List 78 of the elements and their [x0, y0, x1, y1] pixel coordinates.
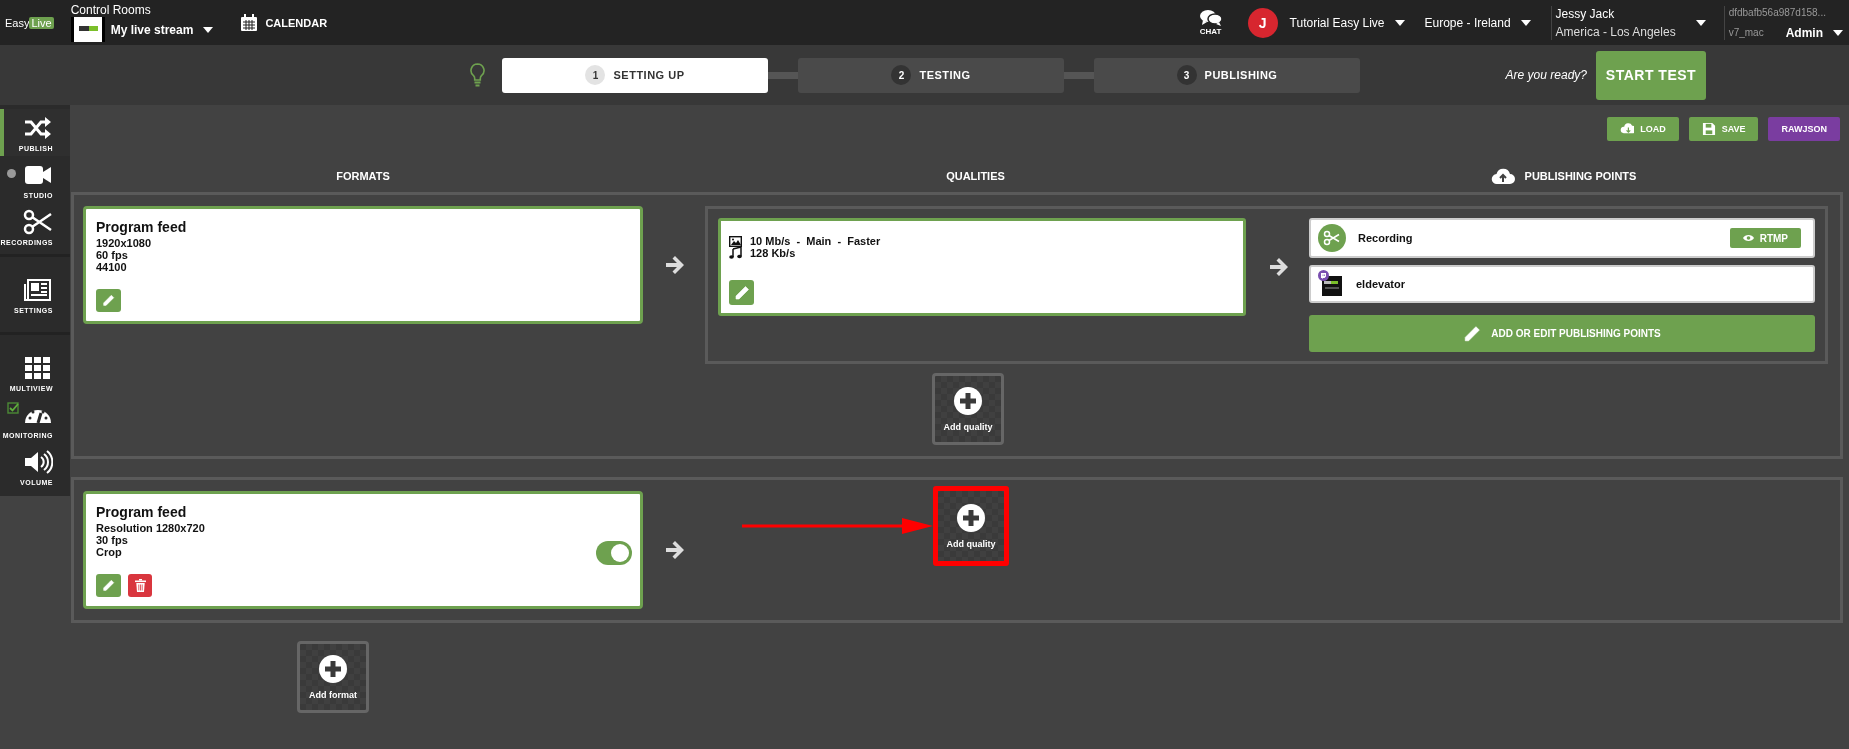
format-title: Program feed — [96, 219, 188, 235]
checkbox-icon[interactable] — [7, 402, 19, 414]
pencil-icon — [102, 579, 115, 592]
calendar-link[interactable]: CALENDAR — [265, 16, 328, 29]
user-avatar: J — [1247, 7, 1278, 38]
video-quality: 10 Mb/s - Main - Faster — [750, 235, 881, 247]
build-hash: dfdbafb56a987d158... — [1728, 5, 1827, 20]
format-detail: Resolution 1280x720 — [96, 522, 206, 534]
publishing-point[interactable]: Recording RTMP — [1309, 218, 1815, 258]
add-quality-tile[interactable]: Add quality — [932, 373, 1004, 445]
build-env: v7_mac — [1728, 25, 1764, 40]
caret-icon[interactable] — [1833, 29, 1843, 36]
plus-icon — [956, 503, 986, 533]
raw-json-button[interactable]: RAWJSON — [1768, 117, 1840, 141]
caret-icon[interactable] — [1520, 19, 1531, 26]
scissors-icon — [1318, 224, 1346, 252]
image-icon — [729, 235, 742, 247]
pencil-icon — [102, 294, 115, 307]
stream-selector[interactable]: My live stream — [110, 22, 194, 37]
format-title: Program feed — [96, 504, 188, 520]
plus-icon — [318, 654, 348, 684]
edit-button[interactable] — [729, 280, 754, 305]
publishing-point-name: Recording — [1358, 232, 1413, 244]
logo-text: Live — [29, 16, 54, 29]
newspaper-icon — [23, 276, 53, 304]
shuffle-icon — [23, 114, 53, 142]
calendar-icon[interactable] — [240, 13, 259, 32]
caret-icon[interactable] — [1394, 19, 1405, 26]
trash-icon — [134, 579, 146, 592]
grid-icon — [23, 354, 53, 382]
music-note-icon — [729, 247, 742, 259]
format-detail: 1920x1080 — [96, 237, 153, 249]
logo-text: Easy — [5, 16, 30, 29]
cloud-upload-icon — [1490, 167, 1515, 185]
lightbulb-icon — [470, 63, 485, 87]
role-menu[interactable]: Admin — [1785, 22, 1823, 43]
eye-icon — [1742, 234, 1754, 242]
caret-icon[interactable] — [203, 26, 214, 33]
user-timezone: America - Los Angeles — [1555, 23, 1676, 41]
chat-label: CHAT — [1199, 27, 1222, 36]
format-detail: 30 fps — [96, 534, 129, 546]
step-connector — [768, 71, 798, 79]
right-arrow-icon — [1267, 258, 1288, 276]
ready-prompt: Are you ready? — [1505, 68, 1587, 82]
organization-selector[interactable]: Tutorial Easy Live — [1289, 15, 1385, 30]
add-quality-tile[interactable]: Add quality — [938, 491, 1004, 561]
step-tab[interactable]: 3 PUBLISHING — [1094, 57, 1360, 93]
plus-icon — [953, 386, 983, 416]
publishing-point-name: eldevator — [1356, 278, 1405, 290]
toggle-switch[interactable] — [596, 541, 632, 565]
edit-button[interactable] — [96, 289, 121, 312]
region-selector[interactable]: Europe - Ireland — [1424, 15, 1511, 30]
user-name: Jessy Jack — [1555, 5, 1616, 23]
right-arrow-icon — [664, 256, 684, 274]
step-tab[interactable]: 2 TESTING — [798, 57, 1064, 93]
platform-badge-icon — [1318, 270, 1329, 281]
format-detail: Crop — [96, 546, 123, 558]
publishing-point[interactable]: eldevator — [1309, 265, 1815, 303]
control-rooms-label: Control Rooms — [70, 3, 152, 17]
column-header: FORMATS — [335, 170, 391, 182]
scissors-icon — [23, 208, 53, 236]
pencil-icon — [1463, 324, 1482, 343]
column-header: QUALITIES — [945, 170, 1006, 182]
step-tab[interactable]: 1 SETTING UP — [502, 57, 768, 93]
format-detail: 44100 — [96, 261, 128, 273]
cloud-download-icon — [1620, 122, 1635, 136]
caret-icon[interactable] — [1695, 19, 1706, 26]
edit-button[interactable] — [96, 574, 121, 597]
add-format-tile[interactable]: Add format — [297, 641, 369, 713]
format-detail: 60 fps — [96, 249, 129, 261]
step-connector — [1064, 71, 1094, 79]
column-header: PUBLISHING POINTS — [1524, 170, 1637, 182]
audio-quality: 128 Kb/s — [750, 247, 796, 259]
chat-icon[interactable] — [1199, 9, 1222, 27]
delete-button[interactable] — [128, 574, 152, 597]
right-arrow-icon — [664, 541, 684, 559]
pencil-icon — [733, 284, 750, 301]
speaker-icon — [23, 448, 53, 476]
